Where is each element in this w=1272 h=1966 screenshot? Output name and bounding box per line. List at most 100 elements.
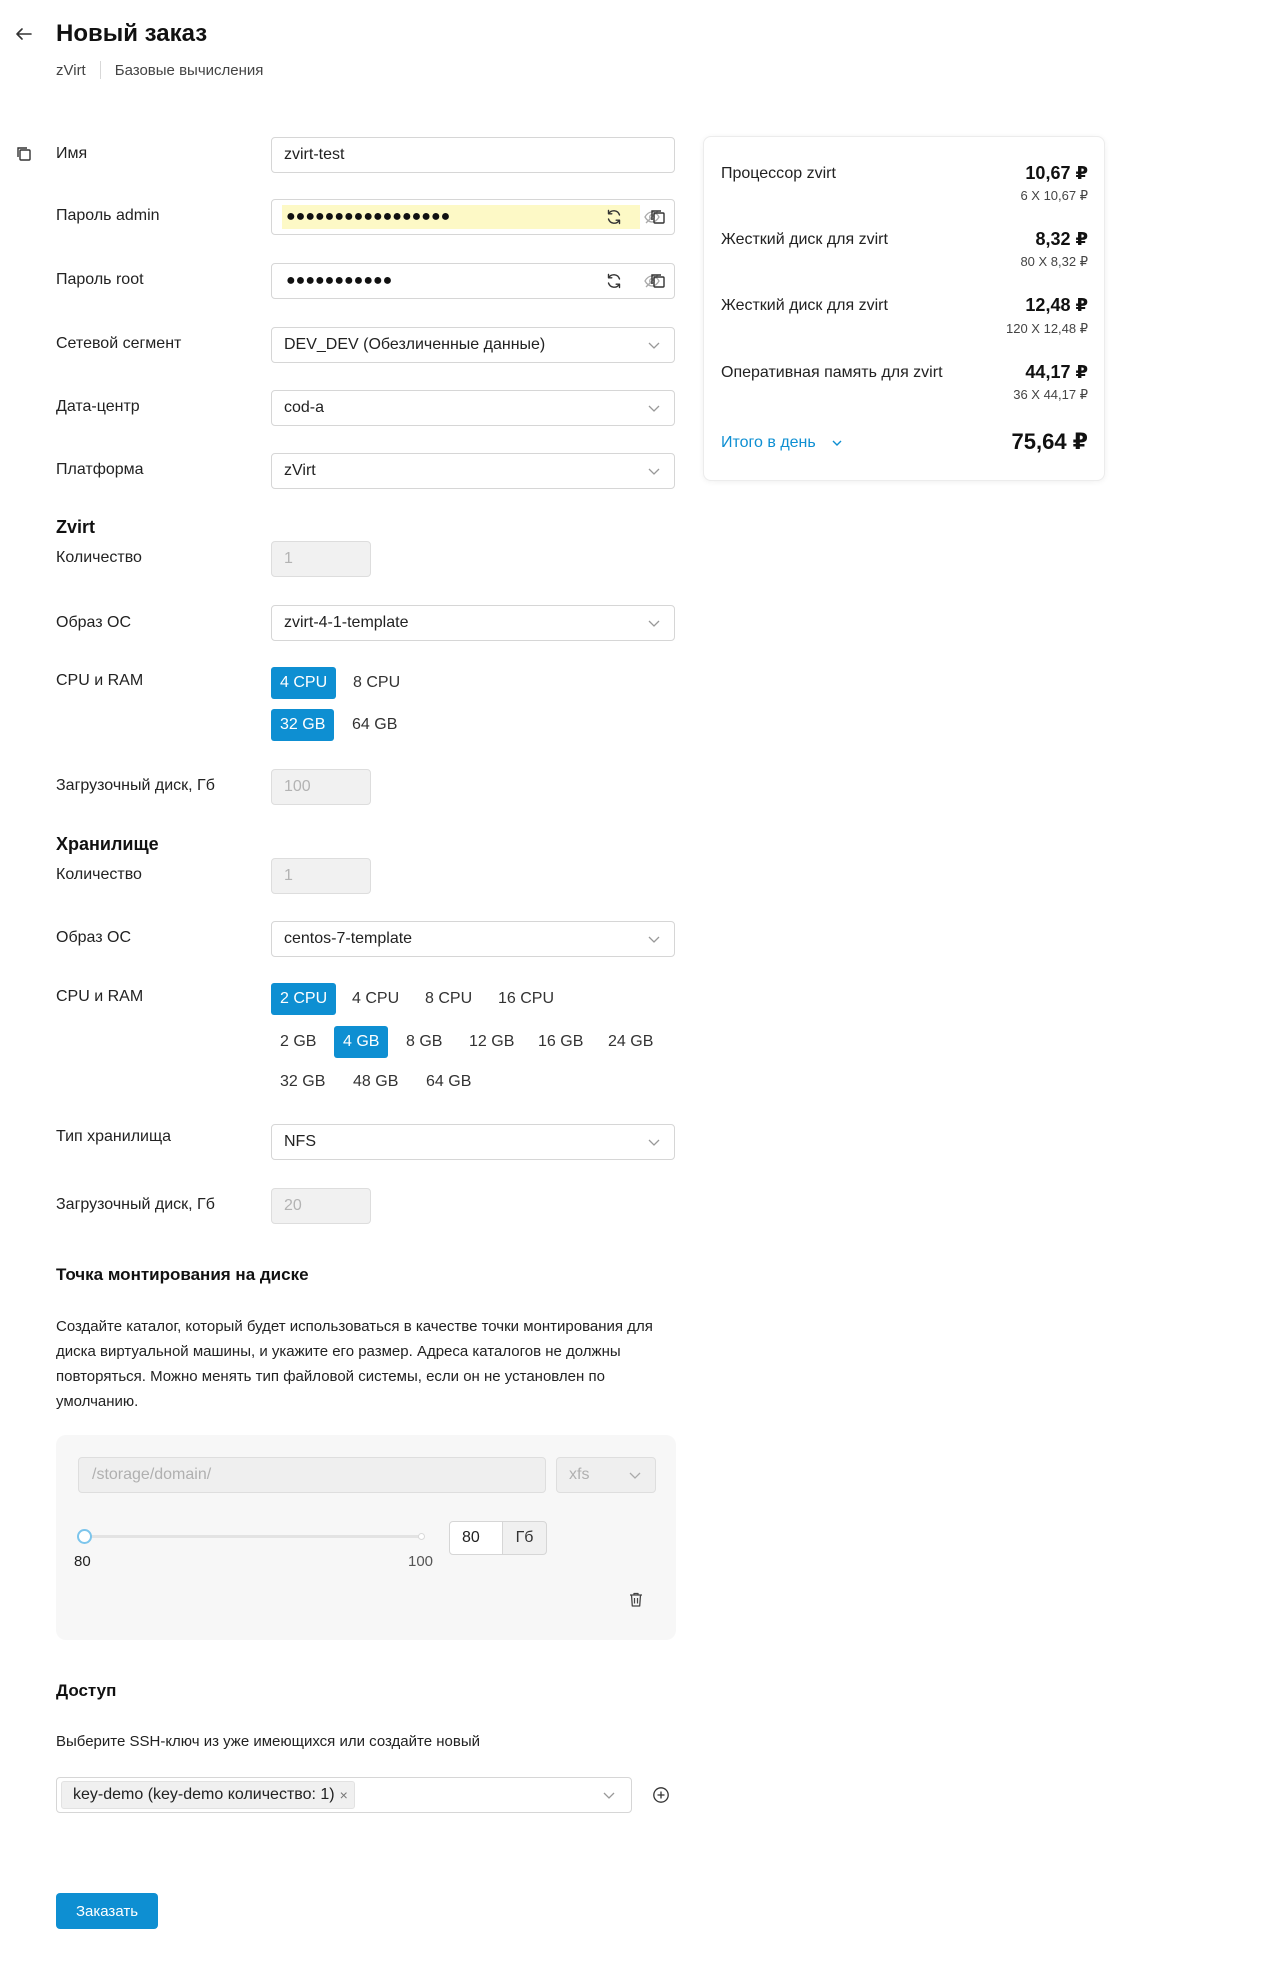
zvirt-os-image-select[interactable]: zvirt-4-1-template [271,605,675,641]
fs-type-value: xfs [569,1466,590,1483]
order-button-label: Заказать [75,1902,139,1920]
size-slider-track[interactable] [84,1535,424,1538]
storage-ram-option-2[interactable]: 2 GB [271,1026,326,1058]
size-slider-thumb[interactable] [77,1529,92,1544]
storage-section-title: Хранилище [56,834,159,854]
regenerate-icon[interactable] [602,269,626,293]
storage-quantity-value: 1 [284,867,293,884]
chevron-down-icon [648,405,660,412]
name-input[interactable]: zvirt-test [271,137,675,173]
copy-icon[interactable] [646,205,670,229]
breadcrumb-divider [99,61,101,79]
copy-icon[interactable] [646,269,670,293]
back-arrow-icon[interactable] [12,22,36,46]
total-value: 75,64 ₽ [1011,429,1088,454]
chevron-down-icon [629,1472,641,1479]
storage-type-value: NFS [284,1133,316,1150]
storage-cpu-ram-label: CPU и RAM [56,988,144,1005]
size-input[interactable]: 80 [449,1521,503,1555]
storage-ram-option-24[interactable]: 24 GB [599,1026,663,1058]
slider-min-label: 80 [74,1553,91,1570]
storage-ram-option-4[interactable]: 4 GB [334,1026,389,1058]
chevron-down-icon [648,620,660,627]
size-slider-end-dot [418,1533,425,1540]
storage-cpu-option-2[interactable]: 2 CPU [271,983,337,1015]
storage-cpu-option-8[interactable]: 8 CPU [416,983,482,1015]
storage-type-label: Тип хранилища [56,1128,172,1145]
zvirt-boot-disk-input: 100 [271,769,371,805]
chevron-down-icon [648,342,660,349]
platform-label: Платформа [56,461,144,478]
zvirt-cpu-option-4[interactable]: 4 CPU [271,667,337,699]
mount-path-input: /storage/domain/ [78,1457,546,1493]
regenerate-icon[interactable] [602,205,626,229]
root-password-label: Пароль root [56,271,144,288]
summary-item-name: Процессор zvirt [721,165,836,182]
chevron-down-icon [648,468,660,475]
breadcrumb: zVirt Базовые вычисления [56,61,263,79]
add-key-icon[interactable] [649,1783,673,1807]
storage-quantity-input: 1 [271,858,371,894]
breadcrumb-item-basic-compute[interactable]: Базовые вычисления [115,62,264,79]
zvirt-cpu-ram-label: CPU и RAM [56,672,144,689]
mount-path-placeholder: /storage/domain/ [92,1466,212,1483]
storage-ram-option-8[interactable]: 8 GB [397,1026,452,1058]
size-unit-label: Гб [515,1529,534,1546]
storage-os-image-select[interactable]: centos-7-template [271,921,675,957]
zvirt-cpu-option-8[interactable]: 8 CPU [344,667,410,699]
zvirt-boot-disk-value: 100 [284,778,311,795]
page-title: Новый заказ [56,20,208,47]
zvirt-ram-option-32[interactable]: 32 GB [271,709,335,741]
admin-password-value: ●●●●●●●●●●●●●●●●● [282,205,640,229]
chevron-down-icon [603,1792,615,1799]
summary-item-detail: 80 X 8,32 ₽ [1020,254,1088,269]
ssh-key-select[interactable]: key-demo (key-demo количество: 1) × [56,1777,632,1813]
datacenter-label: Дата-центр [56,398,140,415]
zvirt-quantity-label: Количество [56,549,142,566]
zvirt-os-image-label: Образ ОС [56,614,132,631]
slider-max-label: 100 [408,1553,434,1570]
chevron-down-icon [832,440,842,446]
platform-select[interactable]: zVirt [271,453,675,489]
trash-icon[interactable] [625,1588,647,1610]
storage-ram-option-16[interactable]: 16 GB [529,1026,593,1058]
storage-ram-option-64[interactable]: 64 GB [417,1066,481,1098]
storage-cpu-option-4[interactable]: 4 CPU [343,983,409,1015]
network-segment-label: Сетевой сегмент [56,335,182,352]
storage-os-image-label: Образ ОС [56,929,132,946]
ssh-key-tag: key-demo (key-demo количество: 1) × [61,1781,355,1809]
storage-ram-option-12[interactable]: 12 GB [460,1026,524,1058]
access-description: Выберите SSH-ключ из уже имеющихся или с… [56,1733,480,1750]
mount-description: Создайте каталог, который будет использо… [56,1318,653,1410]
platform-value: zVirt [284,462,316,479]
mount-section-title: Точка монтирования на диске [56,1265,309,1284]
copy-icon[interactable] [13,143,35,165]
chevron-down-icon [648,936,660,943]
network-segment-select[interactable]: DEV_DEV (Обезличенные данные) [271,327,675,363]
chevron-down-icon [648,1139,660,1146]
storage-type-select[interactable]: NFS [271,1124,675,1160]
order-button[interactable]: Заказать [56,1893,158,1929]
summary-item-price: 44,17 ₽ [1025,362,1088,382]
storage-quantity-label: Количество [56,866,142,883]
storage-boot-disk-input: 20 [271,1188,371,1224]
zvirt-boot-disk-label: Загрузочный диск, Гб [56,777,215,794]
storage-os-image-value: centos-7-template [284,930,413,947]
name-label: Имя [56,145,88,162]
zvirt-section-title: Zvirt [56,517,96,537]
close-icon[interactable]: × [340,1787,348,1803]
total-toggle[interactable]: Итого в день [721,434,844,452]
access-section-title: Доступ [56,1681,117,1700]
name-value: zvirt-test [284,146,345,163]
datacenter-select[interactable]: cod-a [271,390,675,426]
zvirt-ram-option-64[interactable]: 64 GB [343,709,407,741]
storage-ram-option-32[interactable]: 32 GB [271,1066,335,1098]
summary-item-name: Жесткий диск для zvirt [721,297,888,314]
summary-item-name: Жесткий диск для zvirt [721,231,888,248]
storage-cpu-option-16[interactable]: 16 CPU [489,983,564,1015]
storage-ram-option-48[interactable]: 48 GB [344,1066,408,1098]
total-label: Итого в день [721,434,816,451]
breadcrumb-item-zvirt[interactable]: zVirt [56,62,86,79]
zvirt-os-image-value: zvirt-4-1-template [284,614,409,631]
fs-type-select: xfs [556,1457,656,1493]
